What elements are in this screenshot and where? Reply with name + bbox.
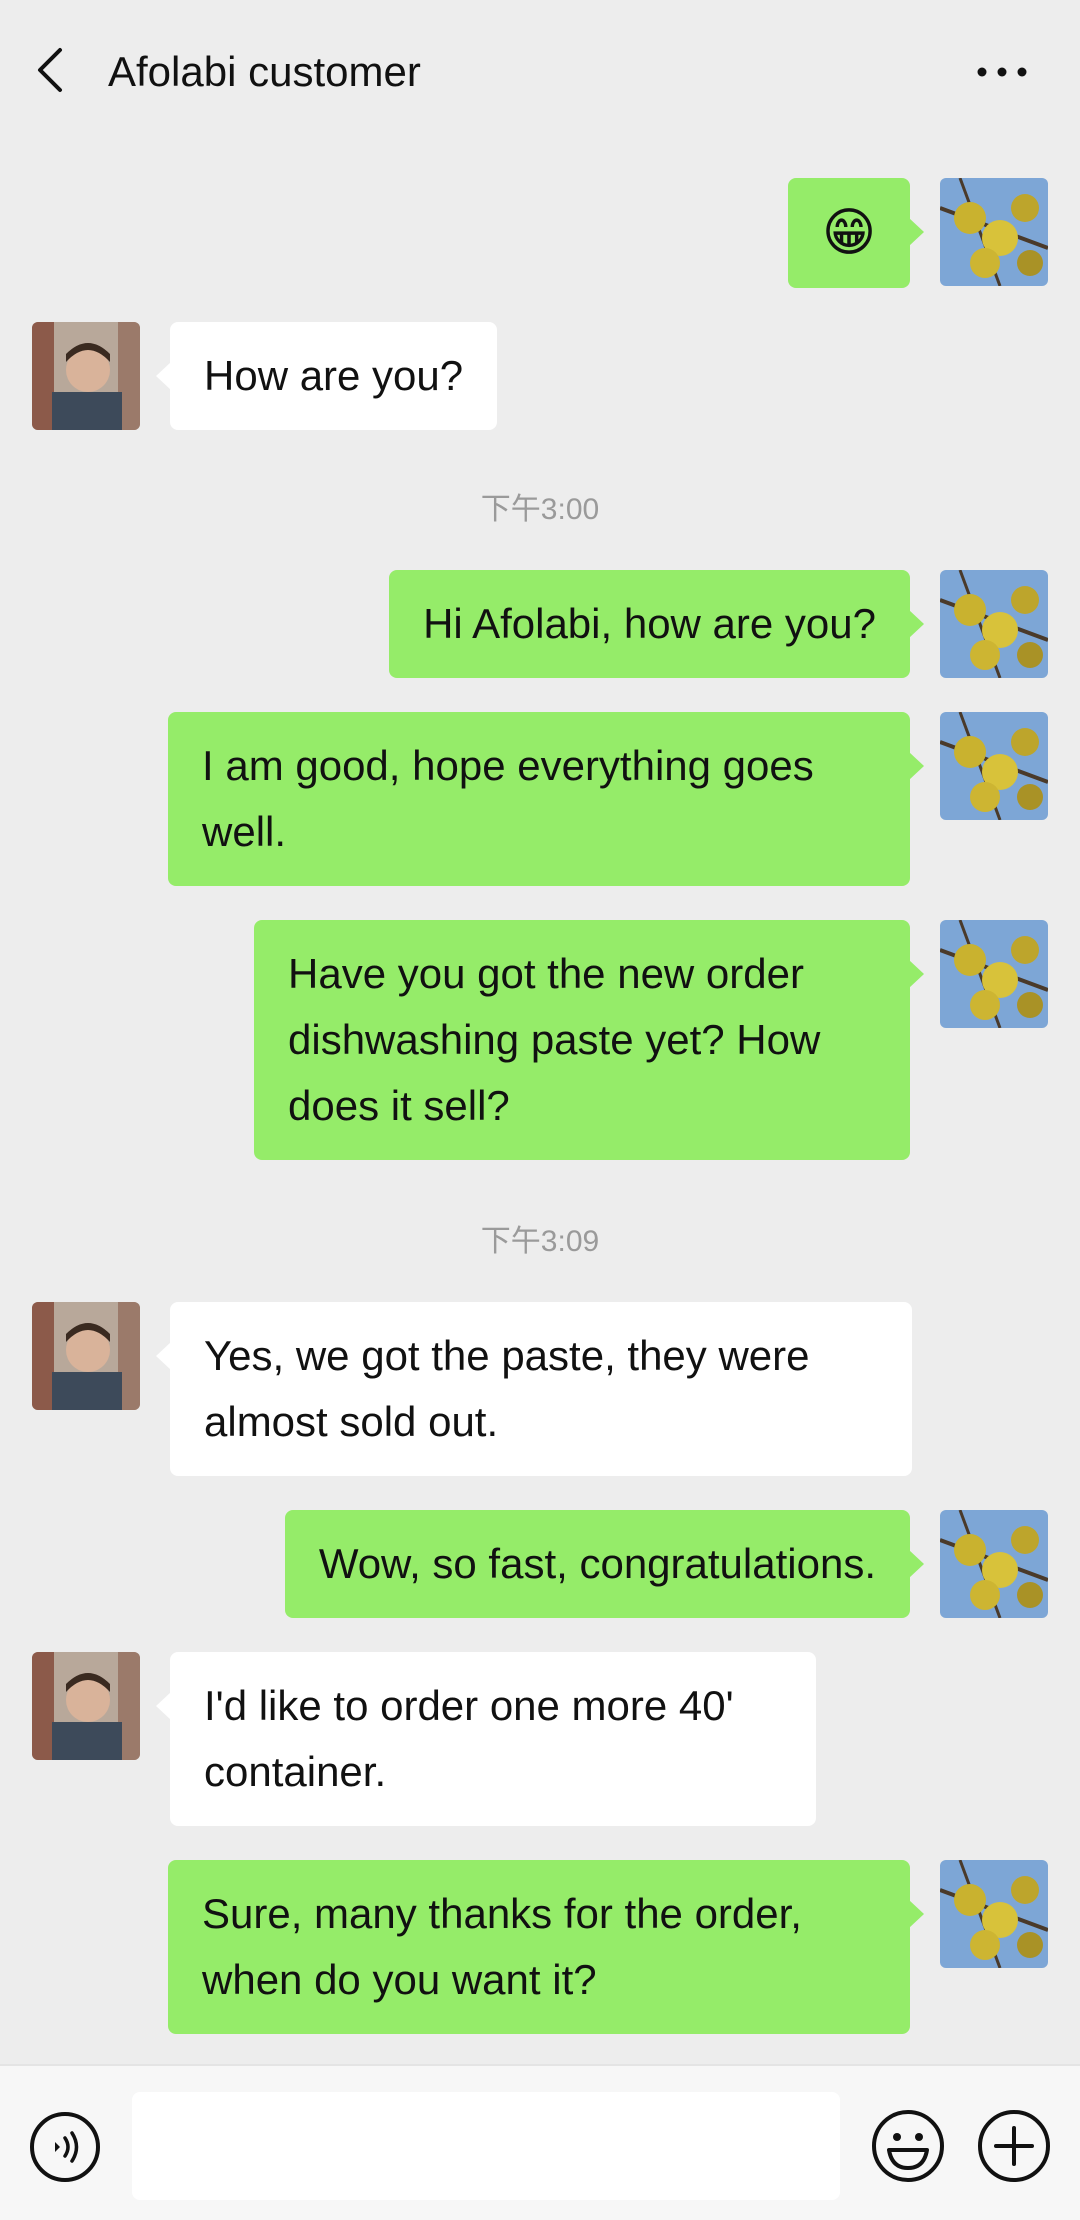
message-bubble-outgoing[interactable]: Have you got the new order dishwashing p…: [254, 920, 924, 1160]
plus-icon[interactable]: [976, 2108, 1052, 2184]
voice-icon[interactable]: [28, 2110, 102, 2184]
my-avatar[interactable]: [940, 1860, 1048, 1968]
message-input[interactable]: [132, 2092, 840, 2200]
my-avatar[interactable]: [940, 178, 1048, 286]
my-avatar[interactable]: [940, 570, 1048, 678]
my-avatar[interactable]: [940, 1510, 1048, 1618]
contact-avatar[interactable]: [32, 1302, 140, 1410]
timestamp: 下午3:00: [480, 493, 600, 526]
message-list[interactable]: 😁 How are you? 下午3:00 Hi Afolabi, how ar…: [0, 0, 1080, 2060]
message-bubble-outgoing[interactable]: 😁: [788, 178, 924, 288]
emoji-icon[interactable]: [870, 2108, 946, 2184]
timestamp: 下午3:09: [480, 1225, 600, 1258]
message-bubble-incoming[interactable]: How are you?: [155, 322, 498, 430]
message-bubble-outgoing[interactable]: Hi Afolabi, how are you?: [389, 570, 924, 678]
message-bubble-outgoing[interactable]: Wow, so fast, congratulations.: [284, 1510, 925, 1618]
message-bubble-incoming[interactable]: I'd like to order one more 40' container…: [156, 1652, 816, 1826]
message-bubble-outgoing[interactable]: I am good, hope everything goes well.: [168, 712, 924, 886]
contact-avatar[interactable]: [32, 322, 140, 430]
input-toolbar: [0, 2064, 1080, 2220]
contact-avatar[interactable]: [32, 1652, 140, 1760]
message-bubble-incoming[interactable]: Yes, we got the paste, they were almost …: [156, 1302, 912, 1476]
message-bubble-outgoing[interactable]: Sure, many thanks for the order, when do…: [168, 1860, 924, 2034]
my-avatar[interactable]: [940, 920, 1048, 1028]
my-avatar[interactable]: [940, 712, 1048, 820]
